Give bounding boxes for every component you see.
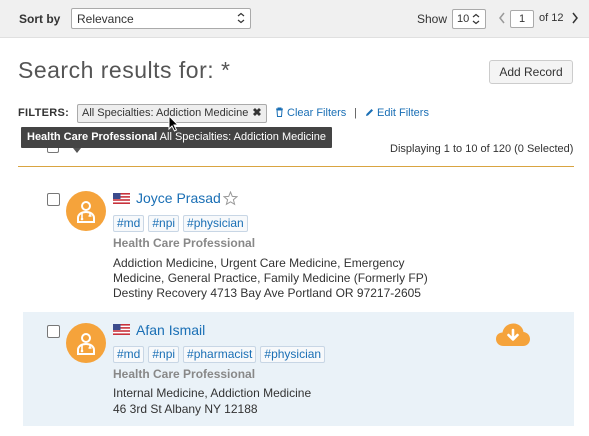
results-count: Displaying 1 to 10 of 120 (0 Selected)	[390, 143, 574, 155]
trash-icon	[276, 107, 283, 117]
list-item[interactable]: Afan Ismail #md #npi #pharmacist #physic…	[23, 312, 574, 426]
select-caret-icon	[472, 13, 480, 25]
clear-filters-label: Clear Filters	[287, 107, 347, 119]
tag[interactable]: #npi	[148, 346, 180, 363]
record-checkbox[interactable]	[47, 325, 60, 338]
chevron-right-icon[interactable]	[571, 12, 579, 24]
tag[interactable]: #physician	[183, 215, 248, 232]
mouse-cursor-icon	[168, 115, 180, 132]
edit-filters-link[interactable]: Edit Filters	[365, 107, 429, 119]
tag[interactable]: #physician	[260, 346, 326, 363]
page-number-input[interactable]: 1	[510, 10, 534, 28]
tag[interactable]: #pharmacist	[183, 346, 257, 363]
avatar	[66, 323, 106, 363]
edit-filters-label: Edit Filters	[377, 107, 429, 119]
add-record-button[interactable]: Add Record	[489, 60, 573, 84]
record-type: Health Care Professional	[113, 236, 256, 250]
tag[interactable]: #npi	[148, 215, 180, 232]
avatar	[66, 191, 106, 231]
tag-list: #md #npi #physician	[113, 215, 248, 232]
record-type: Health Care Professional	[113, 367, 256, 381]
page-size-value: 10	[457, 13, 470, 25]
record-specialties: Addiction Medicine, Urgent Care Medicine…	[113, 256, 428, 285]
tooltip-text: All Specialties: Addiction Medicine	[157, 131, 326, 143]
separator: |	[354, 107, 357, 119]
record-specialties: Internal Medicine, Addiction Medicine	[113, 386, 312, 400]
select-caret-icon	[237, 12, 245, 24]
toolbar: Sort by Relevance Show 10 1 of 12	[0, 0, 589, 38]
show-label: Show	[417, 12, 448, 26]
clear-filters-link[interactable]: Clear Filters	[275, 107, 346, 119]
record-name-link[interactable]: Afan Ismail	[136, 322, 205, 338]
record-name-link[interactable]: Joyce Prasad	[136, 190, 221, 206]
divider	[18, 166, 574, 167]
tag[interactable]: #md	[113, 346, 145, 363]
record-address: 46 3rd St Albany NY 12188	[113, 402, 258, 416]
chevron-left-icon[interactable]	[498, 12, 506, 24]
star-outline-icon[interactable]	[223, 191, 238, 206]
list-item[interactable]: Joyce Prasad #md #npi #physician Health …	[23, 180, 574, 308]
us-flag-icon	[113, 324, 130, 335]
page-title: Search results for: *	[18, 57, 231, 83]
caret-down-icon[interactable]	[73, 148, 81, 153]
close-icon[interactable]: ✖	[252, 107, 261, 119]
sort-label: Sort by	[19, 12, 61, 26]
page-size-select[interactable]: 10	[452, 9, 486, 29]
sort-select[interactable]: Relevance	[71, 8, 251, 29]
sort-select-value: Relevance	[77, 12, 134, 26]
page-count: of 12	[539, 12, 564, 24]
tag-list: #md #npi #pharmacist #physician	[113, 346, 326, 363]
doctor-avatar-icon	[77, 333, 95, 355]
cloud-download-icon[interactable]	[495, 322, 531, 348]
filter-chip-label: All Specialties: Addiction Medicine	[82, 107, 249, 119]
tooltip-bold: Health Care Professional	[27, 131, 158, 143]
doctor-avatar-icon	[77, 201, 95, 223]
tag[interactable]: #md	[113, 215, 145, 232]
record-checkbox[interactable]	[47, 193, 60, 206]
pencil-icon	[366, 109, 373, 116]
us-flag-icon	[113, 193, 130, 204]
filters-label: FILTERS:	[18, 107, 70, 119]
record-address: Destiny Recovery 4713 Bay Ave Portland O…	[113, 286, 421, 300]
